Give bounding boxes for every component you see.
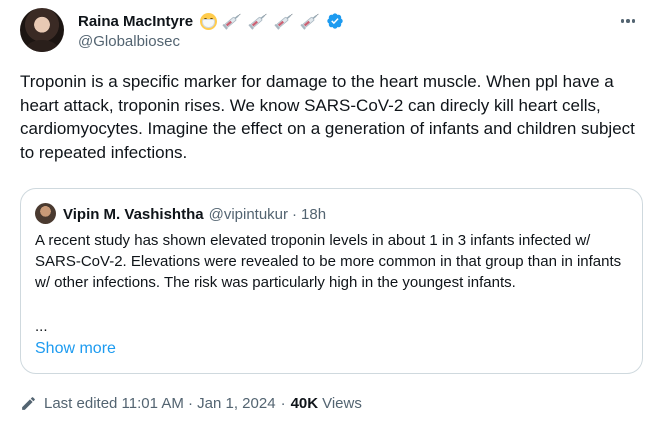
views-count[interactable]: 40K xyxy=(291,395,319,412)
show-more-link[interactable]: Show more xyxy=(35,338,116,360)
tweet-footer: Last edited 11:01 AM · Jan 1, 2024 · 40K… xyxy=(20,392,362,414)
footer-separator: · xyxy=(280,394,286,412)
medical-mask-emoji-icon xyxy=(200,12,218,30)
quote-text: A recent study has shown elevated tropon… xyxy=(35,232,622,291)
views-label[interactable]: Views xyxy=(322,395,362,412)
quote-separator: · xyxy=(292,205,298,223)
quote-author-name: Vipin M. Vashishtha xyxy=(63,205,204,223)
author-avatar[interactable] xyxy=(20,8,64,52)
quote-author-avatar xyxy=(35,203,56,224)
verified-badge-icon[interactable] xyxy=(326,12,344,30)
syringe-emoji-icon xyxy=(300,13,319,30)
tweet-text: Troponin is a specific marker for damage… xyxy=(20,72,635,162)
more-options-icon[interactable] xyxy=(616,10,640,32)
author-handle[interactable]: @Globalbiosec xyxy=(78,33,180,50)
author-display-name[interactable]: Raina MacIntyre xyxy=(78,13,193,30)
syringe-emoji-icon xyxy=(222,13,241,30)
quote-ellipsis: ... xyxy=(35,318,48,335)
last-edited-link[interactable]: Last edited 11:01 AM · Jan 1, 2024 xyxy=(44,395,276,412)
quote-author-handle: @vipintukur xyxy=(208,205,289,223)
syringe-emoji-icon xyxy=(248,13,267,30)
edit-pencil-icon xyxy=(22,396,35,410)
author-name-row: Raina MacIntyre xyxy=(78,10,344,32)
quoted-tweet[interactable]: Vipin M. Vashishtha @vipintukur · 18h A … xyxy=(20,188,643,374)
quote-header: Vipin M. Vashishtha @vipintukur · 18h xyxy=(63,203,326,225)
syringe-emoji-icon xyxy=(274,13,293,30)
quote-timestamp[interactable]: 18h xyxy=(301,206,326,223)
